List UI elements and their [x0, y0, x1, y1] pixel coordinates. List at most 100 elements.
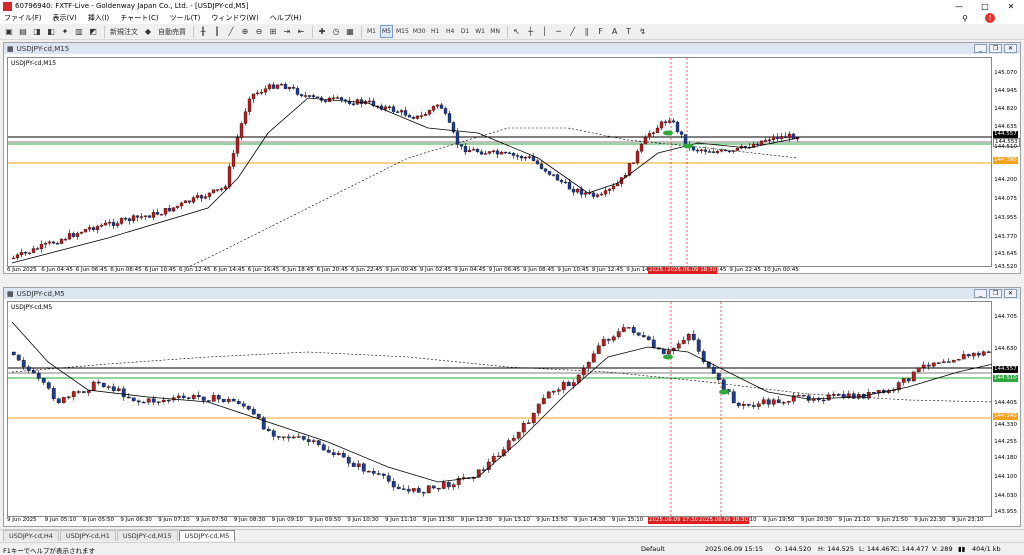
x-tick: 9 Jun 05:10	[44, 517, 77, 523]
tf-m30[interactable]: M30	[412, 25, 427, 38]
status-low: L: 144.467	[859, 545, 894, 553]
candle-body	[371, 471, 376, 474]
metaeditor-icon[interactable]: ◆	[142, 25, 154, 38]
candle-body	[11, 351, 16, 356]
candle-body	[175, 205, 180, 208]
candlestick-icon[interactable]: ┃	[211, 25, 223, 38]
new-chart-icon[interactable]: ▣	[3, 25, 15, 38]
minimize-icon[interactable]: —	[946, 0, 972, 12]
tf-m5[interactable]: M5	[380, 25, 393, 38]
candle-body	[236, 401, 241, 404]
x-tick: 6 Jun 16:45	[247, 267, 280, 273]
indicators-icon[interactable]: ✚	[316, 25, 328, 38]
tf-d1[interactable]: D1	[459, 25, 472, 38]
vertical-line-icon[interactable]: │	[539, 25, 551, 38]
x-tick: 9 Jun 21:50	[876, 517, 908, 523]
profiles-icon[interactable]: ▤	[17, 25, 29, 38]
arrows-icon[interactable]: ↯	[637, 25, 649, 38]
navigator-icon[interactable]: ✦	[59, 25, 71, 38]
status-help: F1キーでヘルプが表示されます	[3, 547, 95, 555]
candle-body	[16, 354, 21, 361]
candle-body	[663, 121, 668, 123]
candle-body	[946, 361, 951, 363]
fibonacci-icon[interactable]: F	[595, 25, 607, 38]
candle-body	[536, 403, 541, 414]
window-minimize-button[interactable]: _	[974, 289, 987, 298]
tf-mn[interactable]: MN	[489, 25, 502, 38]
crosshair-icon[interactable]: ┼	[525, 25, 537, 38]
candle-body	[391, 481, 396, 488]
label-icon[interactable]: T	[623, 25, 635, 38]
tf-m1[interactable]: M1	[365, 25, 378, 38]
candle-body	[681, 340, 686, 344]
window-close-button[interactable]: ✕	[1004, 44, 1017, 53]
auto-trading-button[interactable]: 自動売買	[156, 25, 188, 38]
candle-body	[306, 439, 311, 442]
window-close-button[interactable]: ✕	[1004, 289, 1017, 298]
candle-body	[671, 120, 676, 123]
tab-usdjpy-h1[interactable]: USDJPY-cd,H1	[59, 530, 116, 541]
window-restore-button[interactable]: ❐	[989, 289, 1002, 298]
equidistant-icon[interactable]: ∥	[581, 25, 593, 38]
candle-body	[356, 463, 361, 467]
tf-m15[interactable]: M15	[395, 25, 410, 38]
menu-file[interactable]: ファイル(F)	[4, 13, 42, 23]
menu-tools[interactable]: ツール(T)	[170, 13, 201, 23]
terminal-icon[interactable]: ▥	[73, 25, 85, 38]
window-minimize-button[interactable]: _	[974, 44, 987, 53]
periods-icon[interactable]: ◷	[330, 25, 342, 38]
price-scale[interactable]: 145.070 144.945 144.820 144.635 144.557 …	[992, 57, 1020, 270]
tf-h4[interactable]: H4	[444, 25, 457, 38]
x-tick: 9 Jun 19:50	[763, 517, 795, 523]
candle-body	[275, 84, 280, 89]
line-chart-icon[interactable]: ╱	[225, 25, 237, 38]
x-tick: 9 Jun 13:50	[536, 517, 568, 523]
candle-body	[186, 397, 191, 399]
tf-w1[interactable]: W1	[474, 25, 487, 38]
notification-icon[interactable]: !	[985, 13, 995, 23]
candle-body	[179, 202, 184, 207]
candle-body	[295, 88, 300, 95]
candle-body	[311, 95, 316, 97]
zoom-out-icon[interactable]: ⊖	[253, 25, 265, 38]
trendline-icon[interactable]: ╱	[567, 25, 579, 38]
templates-icon[interactable]: ▦	[344, 25, 356, 38]
price-scale[interactable]: 144.705 144.630 144.557 144.510 144.405 …	[992, 301, 1020, 517]
candle-body	[966, 354, 971, 357]
plot-area[interactable]: USDJPY-cd,M15	[7, 57, 993, 268]
autoscroll-icon[interactable]: ⇥	[281, 25, 293, 38]
menu-chart[interactable]: チャート(C)	[120, 13, 158, 23]
plot-area[interactable]: USDJPY-cd,M5	[7, 301, 993, 518]
tf-h1[interactable]: H1	[429, 25, 442, 38]
menu-insert[interactable]: 挿入(I)	[88, 13, 110, 23]
candle-body	[156, 401, 161, 403]
zoom-in-icon[interactable]: ⊕	[239, 25, 251, 38]
text-icon[interactable]: A	[609, 25, 621, 38]
data-window-icon[interactable]: ◧	[45, 25, 57, 38]
tab-usdjpy-h4[interactable]: USDJPY-cd,H4	[3, 530, 59, 541]
tab-usdjpy-m15[interactable]: USDJPY-cd,M15	[116, 530, 178, 541]
candle-body	[435, 104, 440, 107]
tile-icon[interactable]: ⊞	[267, 25, 279, 38]
cursor-icon[interactable]: ↖	[511, 25, 523, 38]
menu-help[interactable]: ヘルプ(H)	[270, 13, 302, 23]
market-watch-icon[interactable]: ◨	[31, 25, 43, 38]
maximize-icon[interactable]: □	[972, 0, 998, 12]
menu-view[interactable]: 表示(V)	[53, 13, 77, 23]
search-icon[interactable]: ⚲	[962, 14, 968, 23]
candle-body	[767, 139, 772, 141]
chart-shift-icon[interactable]: ⇤	[295, 25, 307, 38]
bar-chart-icon[interactable]: ╫	[197, 25, 209, 38]
new-order-button[interactable]: 新規注文	[108, 25, 140, 38]
close-icon[interactable]: ✕	[998, 0, 1024, 12]
horizontal-line-icon[interactable]: ─	[553, 25, 565, 38]
time-scale[interactable]: 6 Jun 2025 6 Jun 04:45 6 Jun 06:45 6 Jun 08…	[7, 267, 992, 275]
time-scale[interactable]: 9 Jun 2025 9 Jun 05:10 9 Jun 05:50 9 Jun 06…	[7, 517, 992, 525]
menu-window[interactable]: ウィンドウ(W)	[211, 13, 258, 23]
candle-body	[216, 395, 221, 400]
tab-usdjpy-m5[interactable]: USDJPY-cd,M5	[178, 530, 236, 541]
window-restore-button[interactable]: ❐	[989, 44, 1002, 53]
candle-body	[359, 99, 364, 104]
tester-icon[interactable]: ◩	[87, 25, 99, 38]
candle-body	[81, 391, 86, 393]
